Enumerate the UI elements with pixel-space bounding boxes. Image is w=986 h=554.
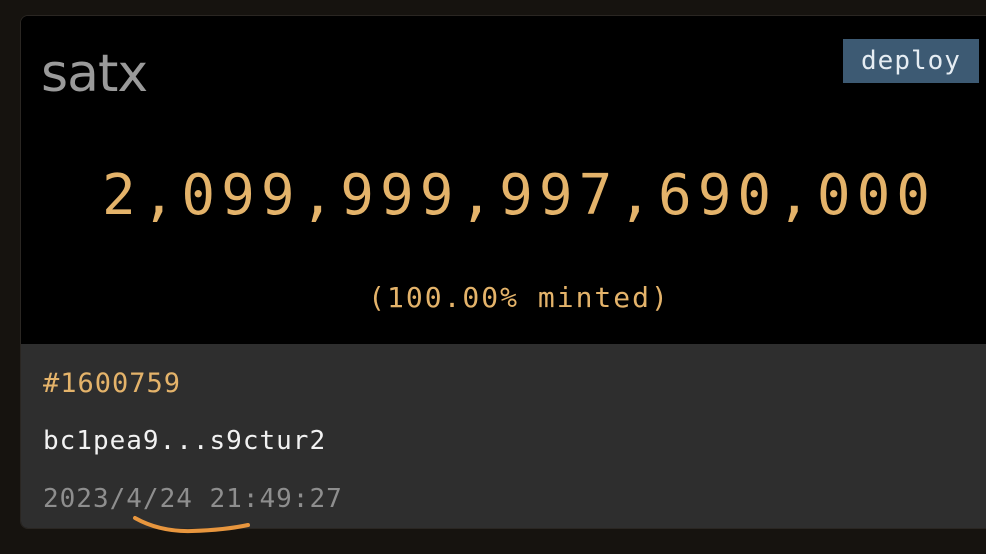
inscription-number[interactable]: #1600759 [43,370,181,397]
token-ticker: satx [41,44,148,104]
minted-percentage: (100.00% minted) [368,281,670,314]
token-card[interactable]: satx deploy 2,099,999,997,690,000 (100.0… [20,15,986,529]
underline-annotation [133,516,250,534]
underline-stroke [133,516,250,534]
inscription-timestamp: 2023/4/24 21:49:27 [43,484,343,514]
deploy-badge: deploy [843,39,979,83]
owner-address[interactable]: bc1pea9...s9ctur2 [43,428,326,454]
card-footer: #1600759 bc1pea9...s9ctur2 2023/4/24 21:… [21,344,986,528]
card-header: satx deploy 2,099,999,997,690,000 (100.0… [21,16,986,344]
total-supply: 2,099,999,997,690,000 [101,163,936,228]
